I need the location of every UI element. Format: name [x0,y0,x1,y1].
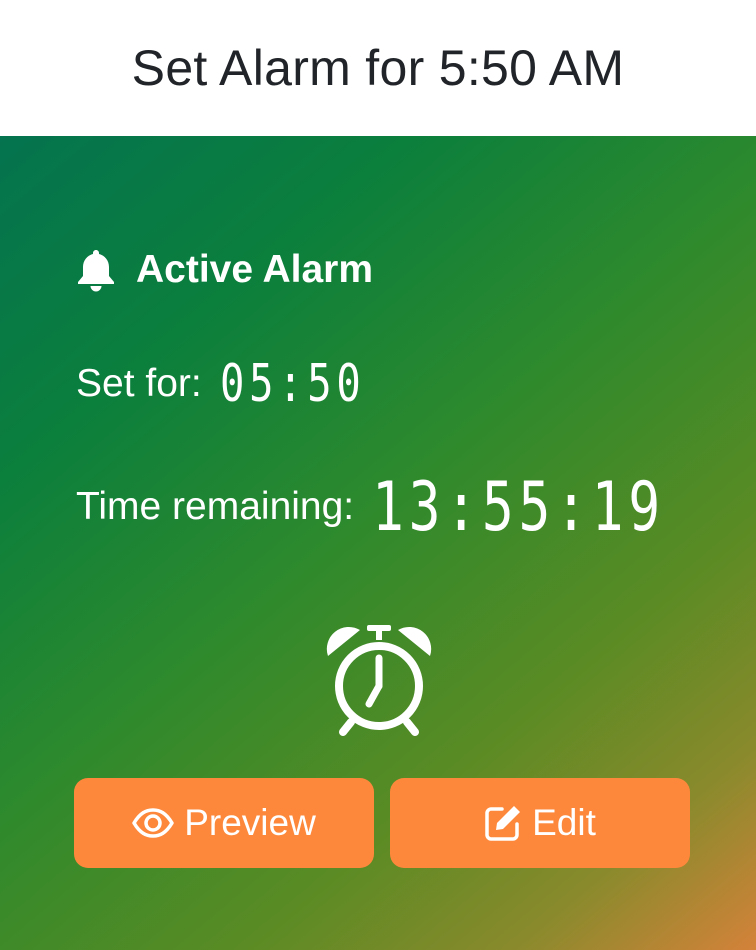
edit-button-label: Edit [532,802,596,843]
alarm-heading: Active Alarm [76,244,373,296]
set-for-label: Set for: [76,362,202,405]
alarm-clock-icon [326,625,432,736]
time-remaining-value: 13:55:19 [372,467,666,547]
edit-button[interactable]: Edit [390,778,690,868]
eye-icon [132,808,174,838]
set-for-row: Set for: 05:50 [76,354,406,414]
set-for-time: 05:50 [219,354,366,414]
preview-button-label: Preview [184,802,316,843]
page-title: Set Alarm for 5:50 AM [131,40,625,96]
bell-icon [78,250,114,292]
edit-icon [485,806,521,841]
page-header: Set Alarm for 5:50 AM [0,0,756,136]
time-remaining-row: Time remaining: 13:55:19 [76,468,748,547]
time-remaining-label: Time remaining: [76,485,355,528]
preview-button[interactable]: Preview [74,778,374,868]
alarm-heading-text: Active Alarm [136,248,373,291]
active-alarm-panel: Active Alarm Set for: 05:50 Time remaini… [0,136,756,950]
